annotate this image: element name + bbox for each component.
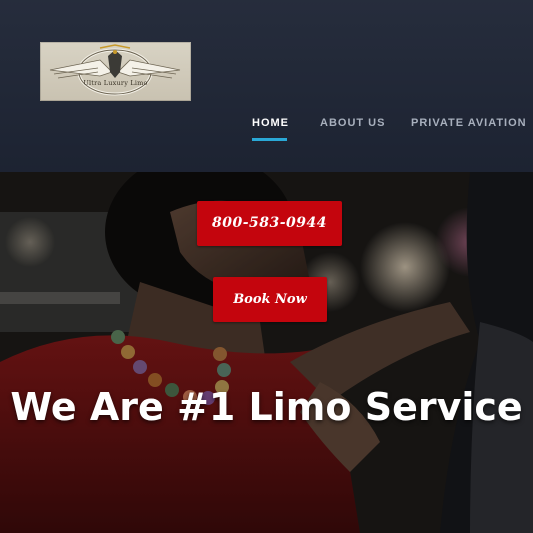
winged-emblem-logo-icon [49, 44, 181, 96]
nav-item-private-aviation[interactable]: PRIVATE AVIATION [411, 117, 527, 129]
active-nav-underline [252, 138, 287, 141]
nav-item-about-us[interactable]: ABOUT US [320, 117, 385, 129]
hero-headline: We Are #1 Limo Service [10, 385, 523, 429]
call-phone-button[interactable]: 800-583-0944 [197, 201, 342, 246]
site-logo[interactable]: Ultra Luxury Limo [40, 42, 191, 101]
nav-item-home[interactable]: HOME [252, 117, 289, 129]
logo-text: Ultra Luxury Limo [83, 79, 148, 87]
site-header: Ultra Luxury Limo HOME ABOUT US PRIVATE … [0, 0, 533, 172]
book-now-button[interactable]: Book Now [213, 277, 327, 322]
